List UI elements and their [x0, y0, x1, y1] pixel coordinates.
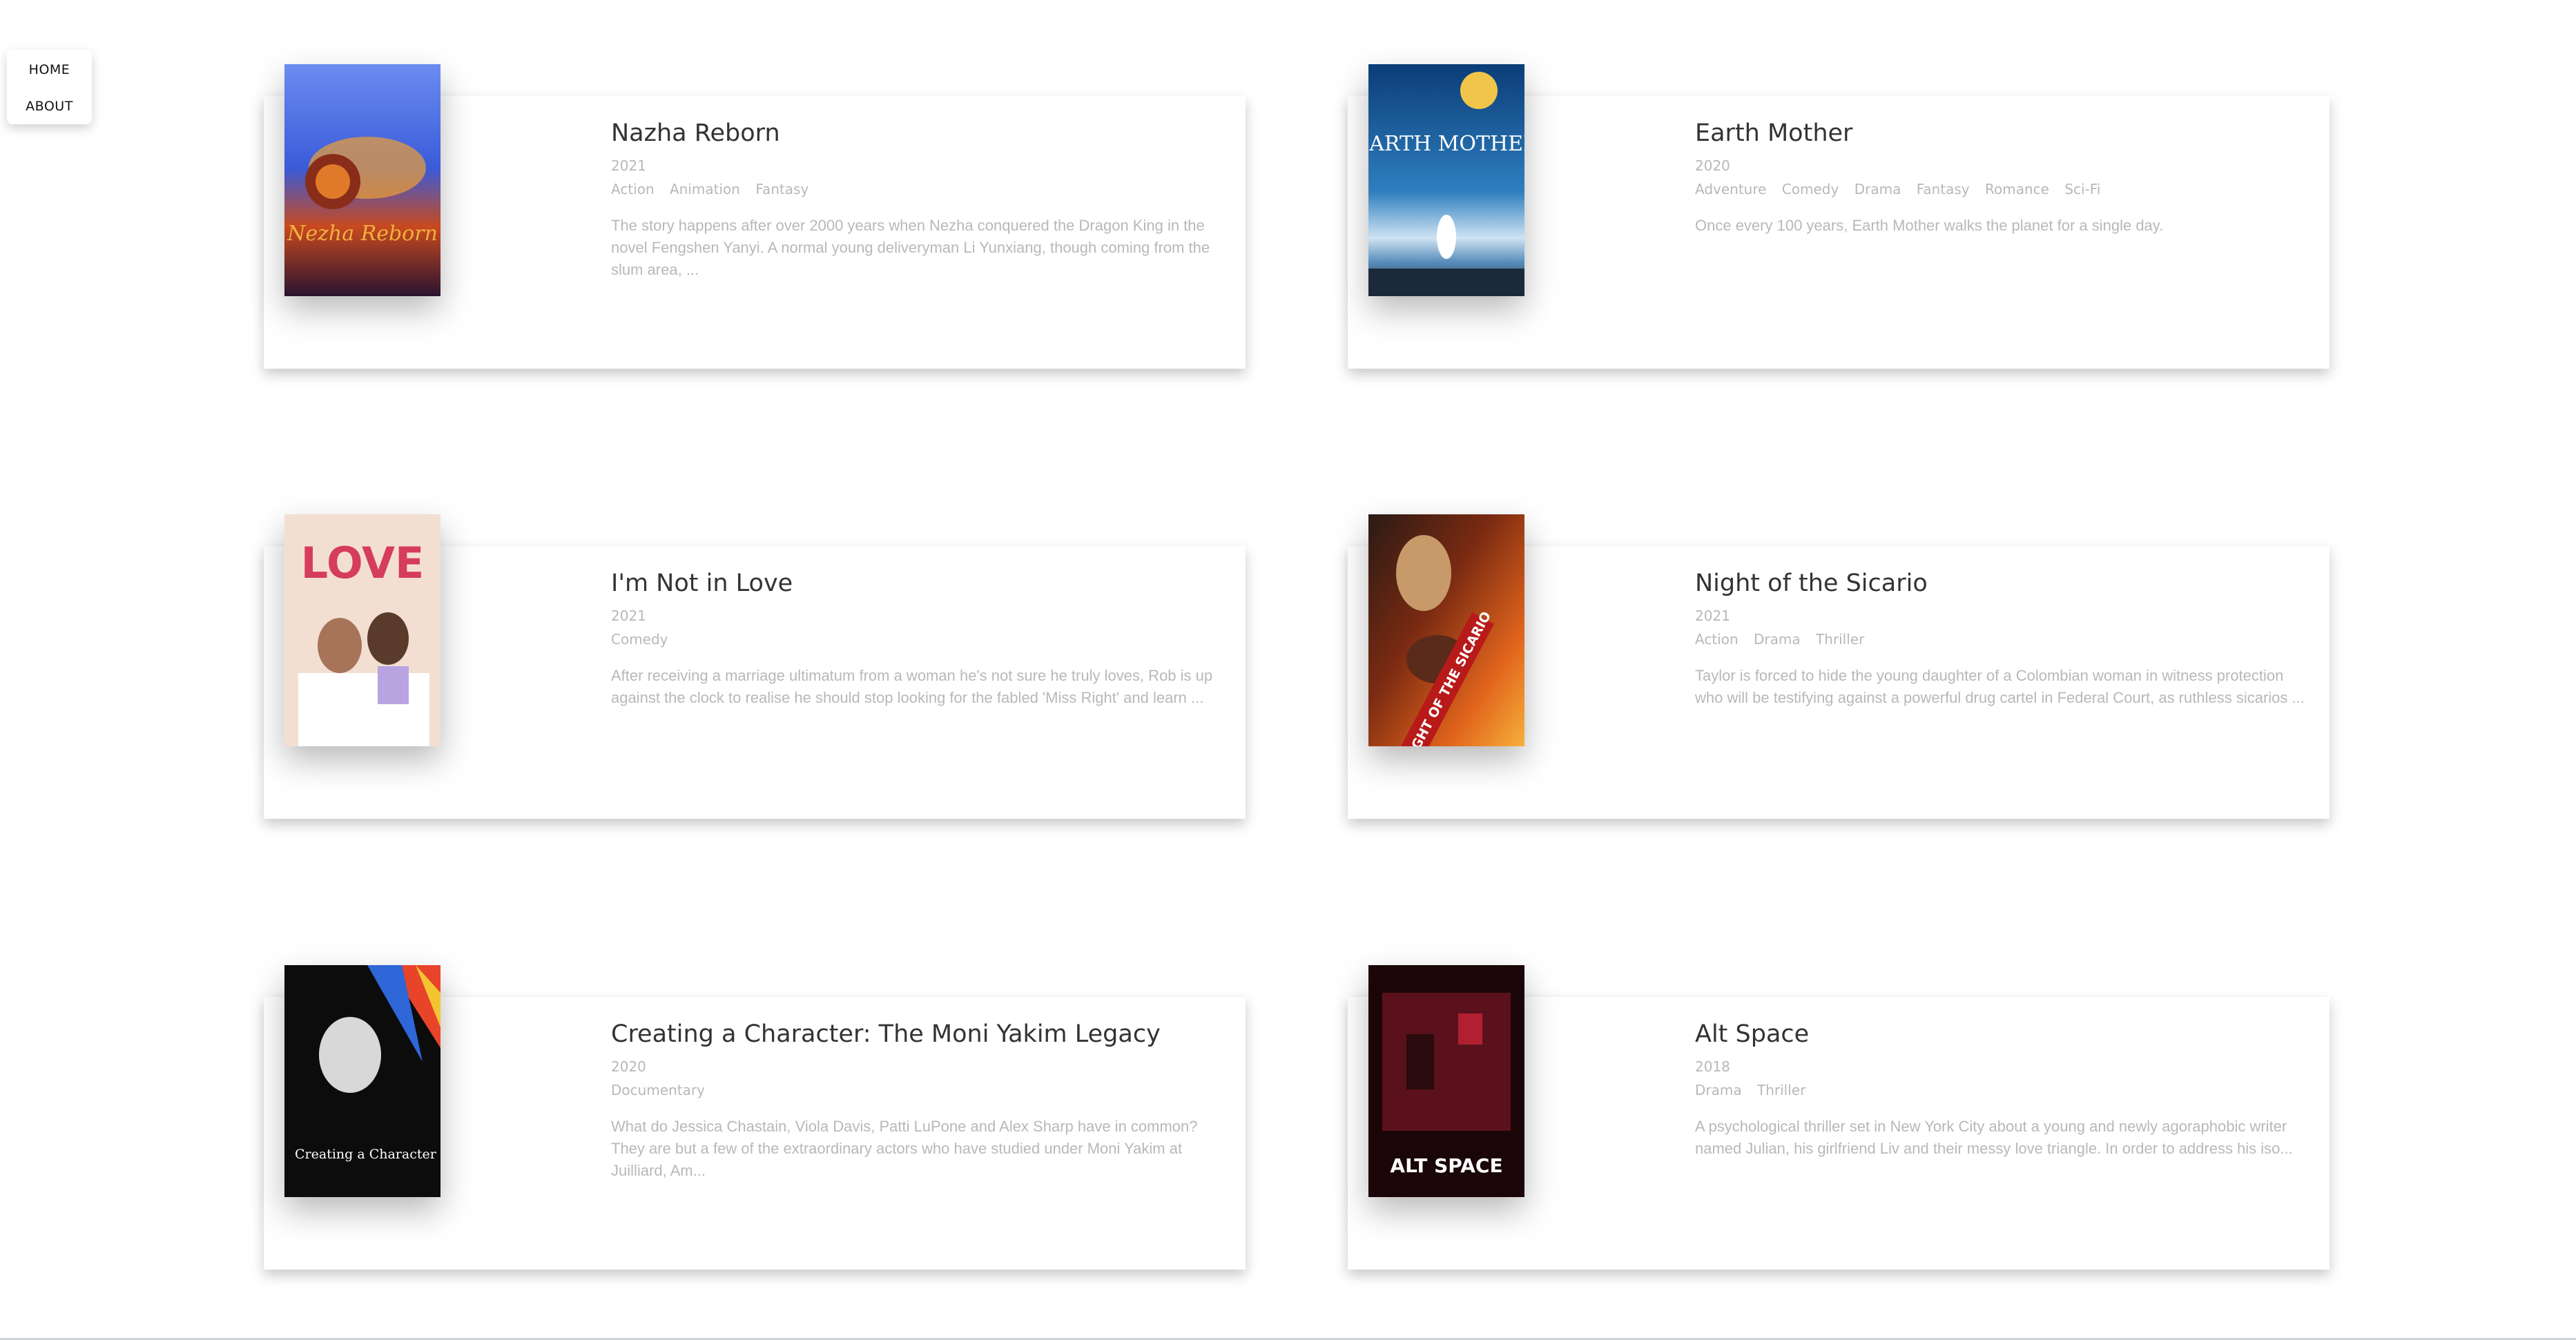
genre-tag: Fantasy: [755, 181, 809, 197]
movie-title[interactable]: Nazha Reborn: [611, 118, 1226, 148]
genre-tag: Action: [611, 181, 655, 197]
movie-year: 2020: [1695, 157, 1730, 174]
genre-tag: Comedy: [611, 631, 668, 648]
poster-title-text: EARTH MOTHER: [1368, 132, 1524, 156]
nav-home-link[interactable]: HOME: [7, 62, 92, 77]
movie-overview: After receiving a marriage ultimatum fro…: [611, 667, 1213, 706]
movie-overview: The story happens after over 2000 years …: [611, 217, 1210, 278]
movie-title[interactable]: Night of the Sicario: [1695, 568, 2309, 599]
movie-overview: A psychological thriller set in New York…: [1695, 1118, 2293, 1157]
genre-tag: Romance: [1985, 181, 2049, 197]
genre-tag: Adventure: [1695, 181, 1767, 197]
movie-overview: Taylor is forced to hide the young daugh…: [1695, 667, 2305, 706]
genre-tag: Drama: [1695, 1082, 1742, 1098]
genre-tag: Comedy: [1781, 181, 1839, 197]
movie-overview: What do Jessica Chastain, Viola Davis, P…: [611, 1118, 1198, 1179]
movie-poster[interactable]: ALT SPACE: [1368, 965, 1524, 1197]
movie-genres: Documentary: [611, 1081, 1226, 1099]
movie-genres: Action Drama Thriller: [1695, 630, 2309, 648]
movie-poster[interactable]: Nezha Reborn: [284, 64, 440, 296]
genre-tag: Thriller: [1756, 1082, 1806, 1098]
movie-genres: Adventure Comedy Drama Fantasy Romance S…: [1695, 180, 2309, 198]
movie-genres: Drama Thriller: [1695, 1081, 2309, 1099]
genre-tag: Action: [1695, 631, 1739, 648]
nav-about-link[interactable]: ABOUT: [7, 99, 92, 114]
genre-tag: Drama: [1754, 631, 1801, 648]
movie-title[interactable]: Alt Space: [1695, 1019, 2309, 1049]
genre-tag: Documentary: [611, 1082, 705, 1098]
genre-tag: Drama: [1854, 181, 1901, 197]
movie-year: 2021: [611, 157, 646, 174]
poster-title-text: Creating a Character: [295, 1147, 437, 1162]
movie-year: 2018: [1695, 1058, 1730, 1075]
movie-poster[interactable]: Creating a Character: [284, 965, 440, 1197]
movie-year: 2021: [611, 608, 646, 624]
movie-title[interactable]: Earth Mother: [1695, 118, 2309, 148]
poster-title-text: Nezha Reborn: [287, 222, 438, 246]
movie-title[interactable]: Creating a Character: The Moni Yakim Leg…: [611, 1019, 1226, 1049]
nav-menu: HOME ABOUT: [7, 50, 92, 124]
movie-poster[interactable]: EARTH MOTHER: [1368, 64, 1524, 296]
movie-year: 2020: [611, 1058, 646, 1075]
movie-overview: Once every 100 years, Earth Mother walks…: [1695, 217, 2164, 234]
movie-poster[interactable]: LOVE: [284, 514, 440, 746]
movie-year: 2021: [1695, 608, 1730, 624]
poster-title-text: ALT SPACE: [1390, 1154, 1502, 1177]
genre-tag: Animation: [670, 181, 740, 197]
genre-tag: Sci-Fi: [2064, 181, 2101, 197]
movie-genres: Comedy: [611, 630, 1226, 648]
poster-title-text: LOVE: [301, 538, 425, 588]
genre-tag: Thriller: [1815, 631, 1865, 648]
genre-tag: Fantasy: [1916, 181, 1970, 197]
movie-poster[interactable]: NIGHT OF THE SICARIO: [1368, 514, 1524, 746]
movie-genres: Action Animation Fantasy: [611, 180, 1226, 198]
movie-title[interactable]: I'm Not in Love: [611, 568, 1226, 599]
